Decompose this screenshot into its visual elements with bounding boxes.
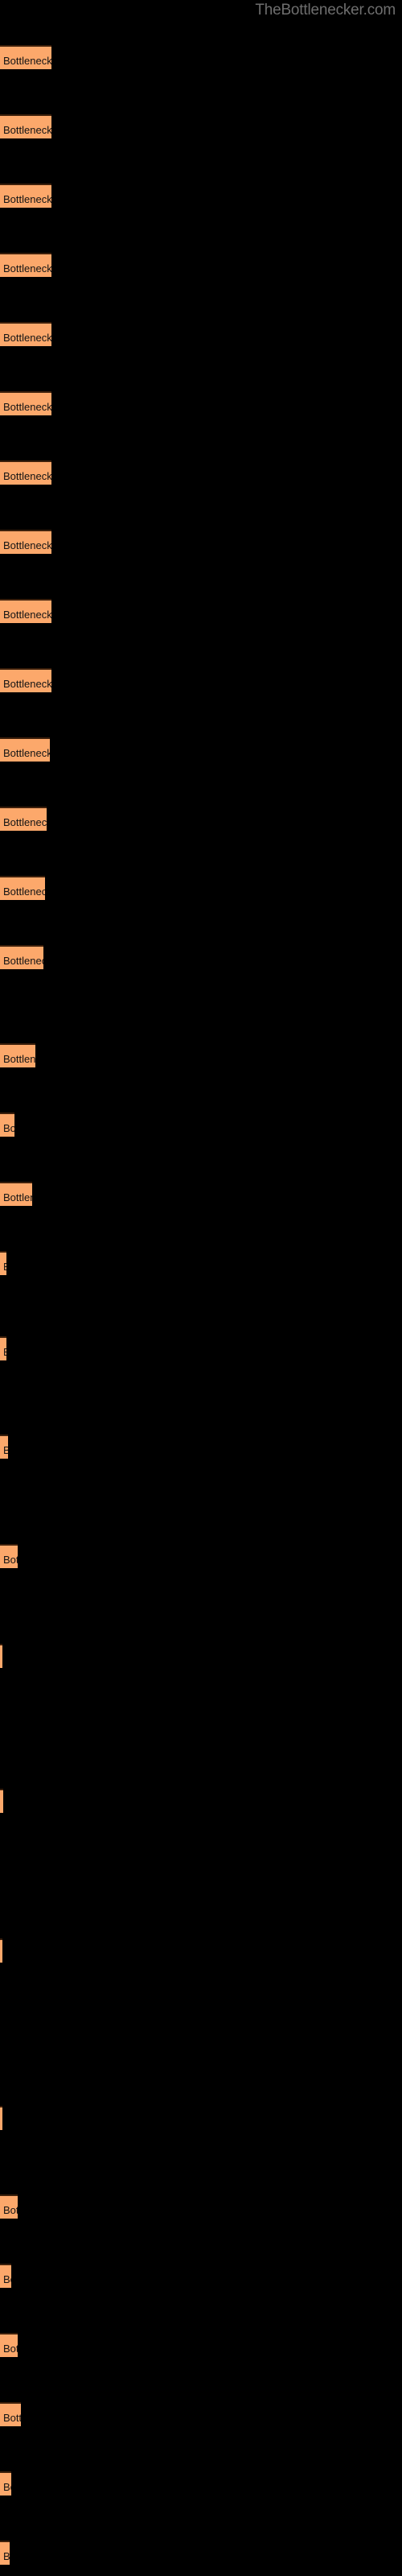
bar-label: Bottleneck result	[3, 2481, 11, 2493]
bar[interactable]: Bottleneck result	[0, 1336, 6, 1360]
bar-label: Bottleneck result	[3, 1122, 14, 1134]
table-row: Bottleneck result	[0, 45, 402, 69]
bar-label: Bottleneck result	[3, 1053, 35, 1065]
bar-label: Bottleneck result	[3, 1347, 6, 1357]
bar-label: Bottleneck result	[3, 262, 51, 275]
bar-label: Bottleneck result	[3, 332, 51, 344]
bar-label: Bottleneck result	[3, 2550, 10, 2562]
bar-label: Bottleneck result	[3, 401, 51, 413]
bar[interactable]: Bottleneck result	[0, 1182, 32, 1206]
bar[interactable]: Bottleneck result	[0, 876, 45, 900]
bar-label: Bottleneck result	[3, 193, 51, 205]
table-row: Bottleneck result	[0, 184, 402, 208]
bar[interactable]: Bottleneck result	[0, 737, 50, 762]
table-row: Bottleneck result	[0, 530, 402, 554]
bar-label: Bottleneck result	[3, 678, 51, 690]
bar[interactable]: Bottleneck result	[0, 460, 51, 485]
bar[interactable]: Bottleneck result	[0, 391, 51, 415]
table-row: Bottleneck result	[0, 1789, 402, 1813]
bar[interactable]: Bottleneck result	[0, 945, 43, 969]
table-row: Bottleneck result	[0, 1644, 402, 1668]
bar[interactable]: Bottleneck result	[0, 2194, 18, 2219]
table-row: Bottleneck result	[0, 2194, 402, 2219]
bar[interactable]: Bottleneck result	[0, 1544, 18, 1568]
bar-label: Bottleneck result	[3, 2204, 18, 2216]
table-row: Bottleneck result	[0, 1043, 402, 1067]
bar[interactable]: Bottleneck result	[0, 1435, 8, 1459]
table-row: Bottleneck result	[0, 807, 402, 831]
table-row: Bottleneck result	[0, 1435, 402, 1459]
bar[interactable]: Bottleneck result	[0, 2471, 11, 2496]
bar[interactable]: Bottleneck result	[0, 2264, 11, 2288]
table-row: Bottleneck result	[0, 1544, 402, 1568]
bar[interactable]: Bottleneck result	[0, 1644, 2, 1668]
bar-label: Bottleneck result	[3, 886, 45, 898]
table-row: Bottleneck result	[0, 114, 402, 138]
bar[interactable]: Bottleneck result	[0, 2333, 18, 2357]
table-row: Bottleneck result	[0, 2541, 402, 2565]
bar[interactable]: Bottleneck result	[0, 114, 51, 138]
bar[interactable]: Bottleneck result	[0, 599, 51, 623]
bar[interactable]: Bottleneck result	[0, 2541, 10, 2565]
bar-label: Bottleneck result	[3, 470, 51, 482]
bar-label: Bottleneck result	[3, 2273, 11, 2285]
table-row: Bottleneck result	[0, 2106, 402, 2130]
bar-label: Bottleneck result	[3, 747, 50, 759]
bar[interactable]: Bottleneck result	[0, 1251, 6, 1275]
bar-label: Bottleneck result	[3, 55, 51, 67]
bar-label: Bottleneck result	[3, 1554, 18, 1566]
table-row: Bottleneck result	[0, 668, 402, 692]
bar[interactable]: Bottleneck result	[0, 2106, 2, 2130]
table-row: Bottleneck result	[0, 391, 402, 415]
table-row: Bottleneck result	[0, 2471, 402, 2496]
table-row: Bottleneck result	[0, 2264, 402, 2288]
table-row: Bottleneck result	[0, 1251, 402, 1275]
table-row: Bottleneck result	[0, 876, 402, 900]
bar[interactable]: Bottleneck result	[0, 1789, 3, 1813]
bar[interactable]: Bottleneck result	[0, 530, 51, 554]
page-title: TheBottlenecker.com	[255, 2, 396, 19]
table-row: Bottleneck result	[0, 460, 402, 485]
bar-label: Bottleneck result	[3, 539, 51, 551]
table-row: Bottleneck result	[0, 2402, 402, 2426]
bar[interactable]: Bottleneck result	[0, 1113, 14, 1137]
table-row: Bottleneck result	[0, 737, 402, 762]
bar[interactable]: Bottleneck result	[0, 668, 51, 692]
bar-label: Bottleneck result	[3, 2343, 18, 2355]
bar[interactable]: Bottleneck result	[0, 2402, 21, 2426]
table-row: Bottleneck result	[0, 2333, 402, 2357]
table-row: Bottleneck result	[0, 253, 402, 277]
bar-chart: TheBottlenecker.com Bottleneck result Bot…	[0, 0, 402, 2576]
bar[interactable]: Bottleneck result	[0, 1043, 35, 1067]
bar-label: Bottleneck result	[3, 1191, 32, 1203]
bar[interactable]: Bottleneck result	[0, 1938, 2, 1963]
table-row: Bottleneck result	[0, 945, 402, 969]
table-row: Bottleneck result	[0, 1113, 402, 1137]
table-row: Bottleneck result	[0, 1938, 402, 1963]
bar[interactable]: Bottleneck result	[0, 184, 51, 208]
bar[interactable]: Bottleneck result	[0, 45, 51, 69]
bar-label: Bottleneck result	[3, 1445, 8, 1455]
table-row: Bottleneck result	[0, 1182, 402, 1206]
bar[interactable]: Bottleneck result	[0, 807, 47, 831]
bar-label: Bottleneck result	[3, 1261, 6, 1272]
bar-label: Bottleneck result	[3, 609, 51, 621]
bar-label: Bottleneck result	[3, 124, 51, 136]
table-row: Bottleneck result	[0, 322, 402, 346]
table-row: Bottleneck result	[0, 1336, 402, 1360]
bar[interactable]: Bottleneck result	[0, 322, 51, 346]
bar[interactable]: Bottleneck result	[0, 253, 51, 277]
bar-label: Bottleneck result	[3, 816, 47, 828]
bar-label: Bottleneck result	[3, 2412, 21, 2424]
bar-label: Bottleneck result	[3, 955, 43, 967]
table-row: Bottleneck result	[0, 599, 402, 623]
